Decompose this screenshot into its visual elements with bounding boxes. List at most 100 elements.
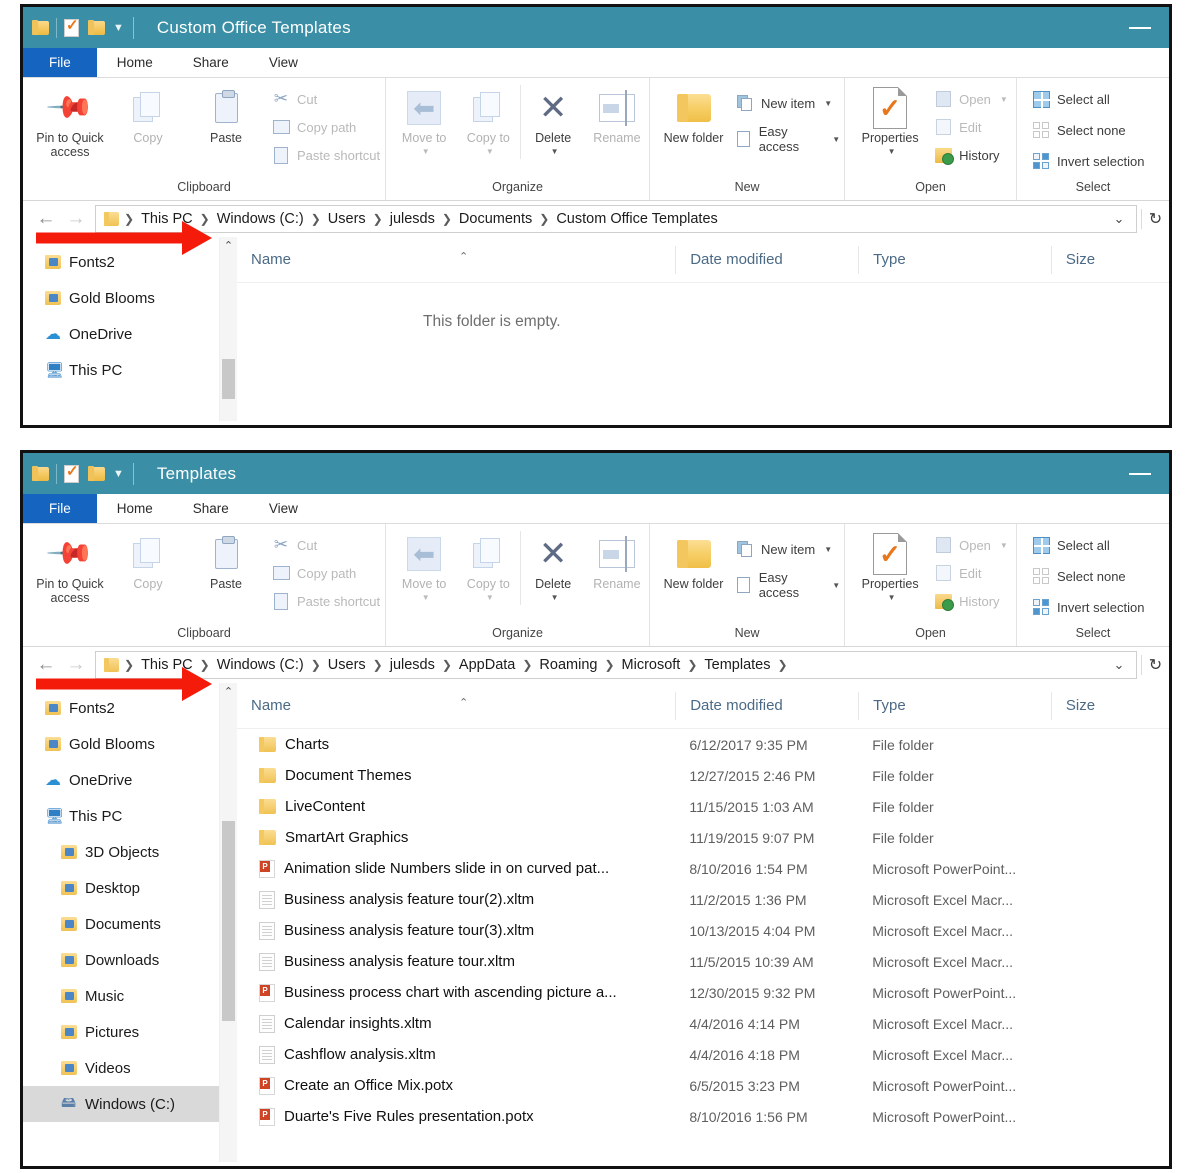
invert-selection-button[interactable]: Invert selection bbox=[1031, 595, 1148, 619]
navigation-scrollbar[interactable]: ⌃ bbox=[219, 683, 237, 1162]
nav-item-pictures[interactable]: Pictures bbox=[23, 1014, 219, 1050]
select-none-button[interactable]: Select none bbox=[1031, 118, 1148, 142]
scrollbar-thumb[interactable] bbox=[222, 821, 235, 1021]
chevron-down-icon[interactable]: ▼ bbox=[824, 99, 832, 108]
easy-access-button[interactable]: Easy access ▼ bbox=[735, 573, 844, 597]
refresh-button[interactable]: ↻ bbox=[1141, 209, 1169, 229]
breadcrumb-item[interactable]: Documents bbox=[453, 211, 538, 227]
paste-shortcut-button[interactable]: Paste shortcut bbox=[271, 589, 384, 613]
back-button[interactable]: ← bbox=[31, 654, 61, 676]
breadcrumb-item[interactable]: Windows (C:) bbox=[211, 657, 310, 673]
chevron-down-icon[interactable]: ▼ bbox=[888, 591, 896, 605]
file-name-cell[interactable]: Create an Office Mix.potx bbox=[237, 1077, 675, 1095]
easy-access-button[interactable]: Easy access ▼ bbox=[735, 127, 844, 151]
properties-quick-icon[interactable] bbox=[64, 465, 79, 483]
breadcrumb-item[interactable]: Roaming bbox=[533, 657, 603, 673]
nav-item-this-pc[interactable]: 🖥This PC bbox=[23, 352, 219, 388]
chevron-down-icon[interactable]: ▼ bbox=[1000, 541, 1008, 550]
breadcrumb-item[interactable]: Templates bbox=[698, 657, 776, 673]
chevron-down-icon[interactable]: ▼ bbox=[486, 591, 494, 605]
nav-item-fonts2[interactable]: Fonts2 bbox=[23, 244, 219, 280]
open-button[interactable]: Open ▼ bbox=[933, 87, 1012, 111]
address-dropdown-icon[interactable]: ⌄ bbox=[1106, 211, 1132, 227]
column-header-size[interactable]: Size bbox=[1051, 692, 1169, 720]
chevron-down-icon[interactable]: ▼ bbox=[113, 22, 124, 34]
move-to-button[interactable]: ⬅ Move to ▼ bbox=[392, 531, 456, 605]
file-name-cell[interactable]: Charts bbox=[237, 736, 675, 753]
chevron-down-icon[interactable]: ▼ bbox=[551, 591, 559, 605]
edit-button[interactable]: Edit bbox=[933, 115, 1012, 139]
table-row[interactable]: LiveContent11/15/2015 1:03 AMFile folder bbox=[237, 791, 1169, 822]
refresh-button[interactable]: ↻ bbox=[1141, 655, 1169, 675]
tab-file[interactable]: File bbox=[23, 494, 97, 523]
nav-item-this-pc[interactable]: 🖥This PC bbox=[23, 798, 219, 834]
chevron-down-icon[interactable]: ▼ bbox=[832, 581, 840, 590]
column-header-type[interactable]: Type bbox=[858, 246, 1051, 274]
column-header-date-modified[interactable]: Date modified bbox=[675, 246, 858, 274]
breadcrumb-item[interactable]: Users bbox=[322, 211, 372, 227]
copy-path-button[interactable]: Copy path bbox=[271, 561, 384, 585]
copy-to-button[interactable]: Copy to ▼ bbox=[456, 85, 520, 159]
chevron-down-icon[interactable]: ▼ bbox=[1000, 95, 1008, 104]
select-all-button[interactable]: Select all bbox=[1031, 87, 1148, 111]
chevron-down-icon[interactable]: ▼ bbox=[832, 135, 840, 144]
table-row[interactable]: Document Themes12/27/2015 2:46 PMFile fo… bbox=[237, 760, 1169, 791]
paste-button[interactable]: Paste bbox=[187, 85, 265, 145]
column-header-size[interactable]: Size bbox=[1051, 246, 1169, 274]
open-button[interactable]: Open ▼ bbox=[933, 533, 1012, 557]
breadcrumb-item[interactable]: julesds bbox=[384, 211, 441, 227]
new-folder-button[interactable]: New folder bbox=[658, 531, 729, 591]
delete-button[interactable]: ✕ Delete ▼ bbox=[520, 85, 584, 159]
tab-share[interactable]: Share bbox=[173, 48, 249, 77]
chevron-down-icon[interactable]: ▼ bbox=[486, 145, 494, 159]
move-to-button[interactable]: ⬅ Move to ▼ bbox=[392, 85, 456, 159]
select-all-button[interactable]: Select all bbox=[1031, 533, 1148, 557]
forward-button[interactable]: → bbox=[61, 208, 91, 230]
new-item-button[interactable]: New item ▼ bbox=[735, 91, 844, 115]
nav-item-documents[interactable]: Documents bbox=[23, 906, 219, 942]
nav-item-downloads[interactable]: Downloads bbox=[23, 942, 219, 978]
chevron-down-icon[interactable]: ▼ bbox=[422, 145, 430, 159]
cut-button[interactable]: ✂ Cut bbox=[271, 533, 384, 557]
file-name-cell[interactable]: Business process chart with ascending pi… bbox=[237, 984, 675, 1002]
breadcrumb-item[interactable]: This PC bbox=[135, 657, 199, 673]
minimize-button[interactable] bbox=[1129, 27, 1151, 29]
chevron-down-icon[interactable]: ▼ bbox=[551, 145, 559, 159]
file-name-cell[interactable]: Business analysis feature tour(2).xltm bbox=[237, 891, 675, 909]
chevron-down-icon[interactable]: ▼ bbox=[888, 145, 896, 159]
nav-item-3d-objects[interactable]: 3D Objects bbox=[23, 834, 219, 870]
scroll-up-icon[interactable]: ⌃ bbox=[220, 685, 237, 698]
select-none-button[interactable]: Select none bbox=[1031, 564, 1148, 588]
file-name-cell[interactable]: Cashflow analysis.xltm bbox=[237, 1046, 675, 1064]
nav-item-gold-blooms[interactable]: Gold Blooms bbox=[23, 726, 219, 762]
breadcrumb-item[interactable]: This PC bbox=[135, 211, 199, 227]
table-row[interactable]: Cashflow analysis.xltm4/4/2016 4:18 PMMi… bbox=[237, 1039, 1169, 1070]
tab-home[interactable]: Home bbox=[97, 494, 173, 523]
nav-item-desktop[interactable]: Desktop bbox=[23, 870, 219, 906]
delete-button[interactable]: ✕ Delete ▼ bbox=[520, 531, 584, 605]
table-row[interactable]: Business analysis feature tour(3).xltm10… bbox=[237, 915, 1169, 946]
breadcrumb-item[interactable]: Windows (C:) bbox=[211, 211, 310, 227]
breadcrumb-item[interactable]: Microsoft bbox=[616, 657, 687, 673]
breadcrumb-item[interactable]: Custom Office Templates bbox=[550, 211, 723, 227]
nav-item-gold-blooms[interactable]: Gold Blooms bbox=[23, 280, 219, 316]
file-name-cell[interactable]: Business analysis feature tour.xltm bbox=[237, 953, 675, 971]
table-row[interactable]: Business process chart with ascending pi… bbox=[237, 977, 1169, 1008]
file-name-cell[interactable]: SmartArt Graphics bbox=[237, 829, 675, 846]
new-item-button[interactable]: New item ▼ bbox=[735, 537, 844, 561]
rename-button[interactable]: Rename bbox=[585, 531, 649, 591]
forward-button[interactable]: → bbox=[61, 654, 91, 676]
new-folder-button[interactable]: New folder bbox=[658, 85, 729, 145]
column-header-type[interactable]: Type bbox=[858, 692, 1051, 720]
history-button[interactable]: History bbox=[933, 143, 1012, 167]
breadcrumb-item[interactable]: Users bbox=[322, 657, 372, 673]
properties-button[interactable]: Properties ▼ bbox=[851, 531, 929, 605]
pin-to-quick-access-button[interactable]: 📌 Pin to Quick access bbox=[31, 531, 109, 605]
column-header-name[interactable]: Name ⌃ bbox=[237, 246, 675, 274]
chevron-down-icon[interactable]: ▼ bbox=[113, 468, 124, 480]
new-folder-quick-icon[interactable] bbox=[88, 466, 105, 481]
paste-shortcut-button[interactable]: Paste shortcut bbox=[271, 143, 384, 167]
paste-button[interactable]: Paste bbox=[187, 531, 265, 591]
breadcrumb-item[interactable]: julesds bbox=[384, 657, 441, 673]
new-folder-quick-icon[interactable] bbox=[88, 20, 105, 35]
